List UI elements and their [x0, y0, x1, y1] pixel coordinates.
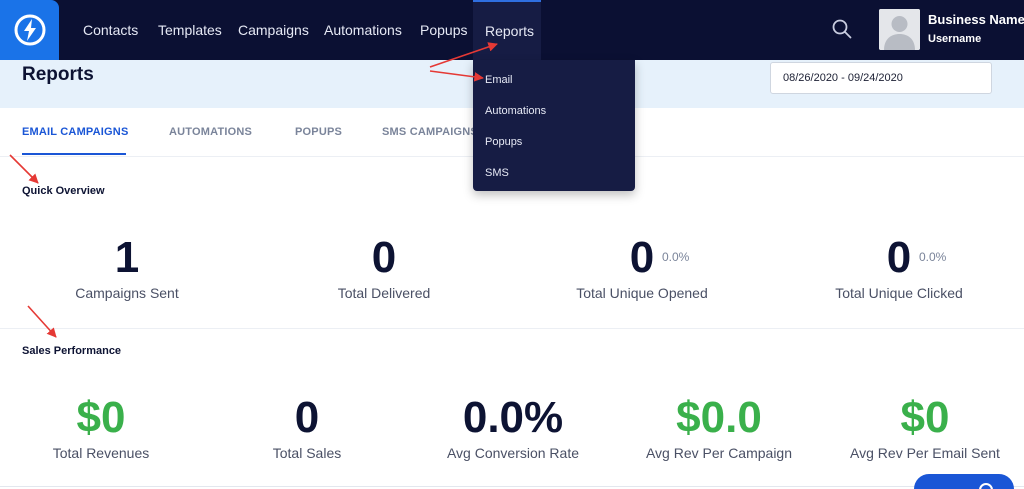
stat-avg-conversion-rate: 0.0% Avg Conversion Rate: [403, 393, 623, 462]
stat-label: Avg Conversion Rate: [446, 445, 580, 461]
stat-label: Total Unique Opened: [576, 285, 708, 301]
top-nav-bar: Contacts Templates Campaigns Automations…: [0, 0, 1024, 60]
annotation-arrow-sales-performance: [27, 305, 57, 338]
stat-value: 0: [294, 393, 320, 442]
dropdown-item-popups[interactable]: Popups: [485, 136, 522, 148]
username[interactable]: Username: [928, 33, 981, 45]
annotation-arrow-quick-overview: [9, 154, 39, 184]
nav-contacts[interactable]: Contacts: [83, 0, 138, 60]
chat-button[interactable]: [914, 474, 1014, 489]
stat-value: $0.0: [676, 393, 762, 442]
opened-percentage: 0.0%: [662, 250, 690, 264]
stat-campaigns-sent: 1 Campaigns Sent: [17, 233, 237, 302]
avatar[interactable]: [879, 9, 920, 50]
stat-label: Total Sales: [272, 445, 342, 461]
dropdown-item-automations[interactable]: Automations: [485, 105, 546, 117]
stat-value: 1: [114, 233, 140, 282]
page-title: Reports: [22, 64, 94, 85]
stat-value: $0: [900, 393, 950, 442]
active-tab-indicator: [22, 153, 126, 155]
stat-total-revenues: $0 Total Revenues: [0, 393, 211, 462]
nav-popups[interactable]: Popups: [420, 0, 467, 60]
stat-label: Avg Rev Per Email Sent: [850, 445, 1000, 461]
stat-avg-rev-per-campaign: $0.0 Avg Rev Per Campaign: [609, 393, 829, 462]
bottom-divider: [0, 486, 1024, 487]
stat-value: 0.0%: [462, 393, 564, 442]
stat-value: 0: [886, 233, 912, 282]
nav-templates[interactable]: Templates: [158, 0, 222, 60]
stat-label: Campaigns Sent: [75, 285, 179, 301]
stat-label: Total Delivered: [337, 285, 431, 301]
search-button[interactable]: [830, 17, 854, 41]
app-logo[interactable]: [0, 0, 59, 60]
stat-value: 0: [371, 233, 397, 282]
dropdown-item-sms[interactable]: SMS: [485, 167, 509, 179]
lightning-bolt-icon: [14, 14, 45, 46]
stat-total-sales: 0 Total Sales: [197, 393, 417, 462]
date-range-picker[interactable]: 08/26/2020 - 09/24/2020: [770, 62, 992, 94]
stat-total-unique-clicked: 0 Total Unique Clicked: [789, 233, 1009, 302]
user-silhouette-icon: [879, 9, 920, 50]
stat-avg-rev-per-email-sent: $0 Avg Rev Per Email Sent: [815, 393, 1024, 462]
stat-label: Total Revenues: [52, 445, 150, 461]
nav-automations[interactable]: Automations: [324, 0, 402, 60]
quick-overview-title: Quick Overview: [22, 185, 105, 197]
stat-label: Total Unique Clicked: [835, 285, 963, 301]
section-divider: [0, 328, 1024, 329]
stat-total-unique-opened: 0 Total Unique Opened: [532, 233, 752, 302]
clicked-percentage: 0.0%: [919, 250, 947, 264]
stat-label: Avg Rev Per Campaign: [645, 445, 793, 461]
tab-automations[interactable]: AUTOMATIONS: [169, 126, 252, 138]
tab-popups[interactable]: POPUPS: [295, 126, 342, 138]
tab-sms-campaigns[interactable]: SMS CAMPAIGNS: [382, 126, 478, 138]
reports-dropdown-menu: Email Automations Popups SMS: [473, 60, 635, 191]
nav-reports[interactable]: Reports: [473, 0, 541, 60]
stat-value: $0: [76, 393, 126, 442]
stat-value: 0: [629, 233, 655, 282]
nav-campaigns[interactable]: Campaigns: [238, 0, 309, 60]
chat-icon: [979, 483, 993, 489]
business-name[interactable]: Business Name: [928, 12, 1024, 27]
tab-email-campaigns[interactable]: EMAIL CAMPAIGNS: [22, 126, 129, 138]
search-icon: [832, 19, 852, 39]
dropdown-item-email[interactable]: Email: [485, 74, 513, 86]
stat-total-delivered: 0 Total Delivered: [274, 233, 494, 302]
sales-performance-title: Sales Performance: [22, 345, 122, 357]
